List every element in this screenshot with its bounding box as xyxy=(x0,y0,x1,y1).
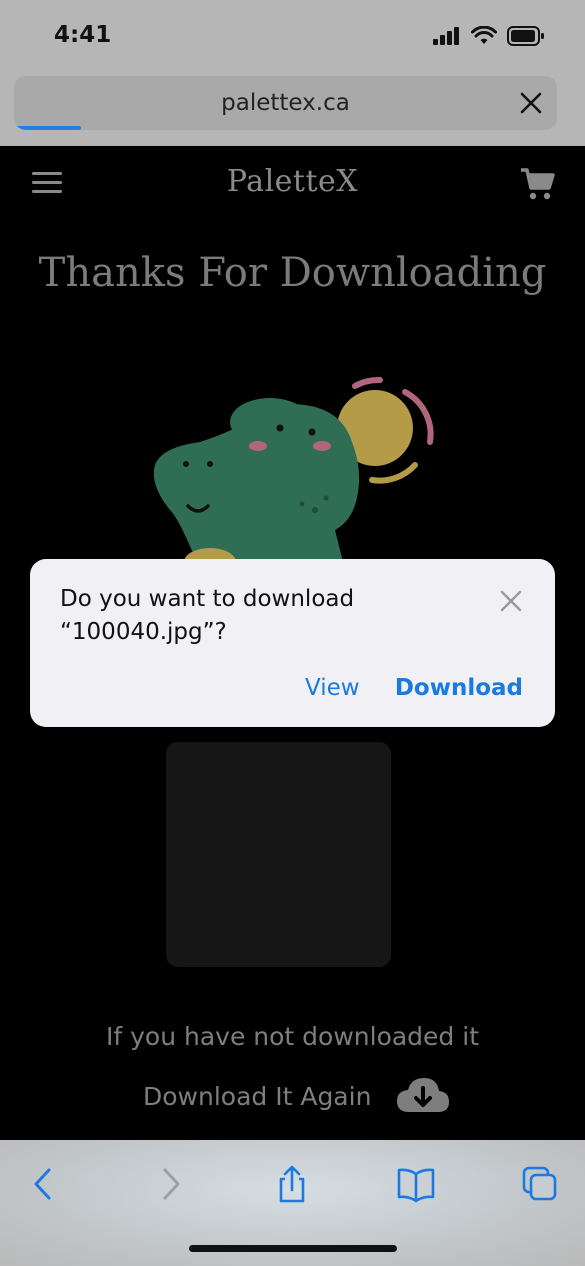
download-again-row[interactable]: Download It Again xyxy=(143,1074,451,1118)
site-logo[interactable]: PaletteX xyxy=(0,164,585,199)
dialog-message: Do you want to download “100040.jpg”? xyxy=(60,583,470,649)
wifi-icon xyxy=(471,26,497,44)
share-icon[interactable] xyxy=(272,1164,312,1204)
browser-url-area: palettex.ca xyxy=(0,72,585,146)
dialog-close-icon[interactable] xyxy=(499,589,523,613)
page-load-progress xyxy=(14,126,81,130)
dialog-message-line1: Do you want to download xyxy=(60,586,355,612)
status-bar: 4:41 xyxy=(0,0,585,72)
url-text[interactable]: palettex.ca xyxy=(14,90,557,116)
status-icons xyxy=(433,26,545,46)
cloud-download-icon[interactable] xyxy=(395,1074,451,1118)
back-icon[interactable] xyxy=(24,1164,64,1204)
forward-icon[interactable] xyxy=(150,1164,190,1204)
home-indicator[interactable] xyxy=(189,1245,397,1252)
status-time: 4:41 xyxy=(54,22,112,48)
download-button[interactable]: Download xyxy=(395,675,523,701)
dialog-message-filename: “100040.jpg”? xyxy=(60,619,227,645)
download-dialog: Do you want to download “100040.jpg”? Vi… xyxy=(30,559,555,727)
site-header: PaletteX xyxy=(0,146,585,222)
battery-icon xyxy=(507,26,544,46)
bookmarks-icon[interactable] xyxy=(396,1164,436,1204)
cart-icon[interactable] xyxy=(519,166,555,202)
stop-loading-icon[interactable] xyxy=(517,89,545,117)
address-bar[interactable]: palettex.ca xyxy=(14,76,557,130)
cellular-signal-icon xyxy=(433,27,459,45)
view-button[interactable]: View xyxy=(305,675,360,701)
not-downloaded-note: If you have not downloaded it xyxy=(105,1022,479,1051)
downloaded-image-preview xyxy=(166,742,391,967)
dinosaur-illustration xyxy=(153,376,434,570)
tabs-icon[interactable] xyxy=(520,1164,560,1204)
page-title: Thanks For Downloading xyxy=(38,250,547,296)
download-again-link[interactable]: Download It Again xyxy=(143,1082,371,1111)
